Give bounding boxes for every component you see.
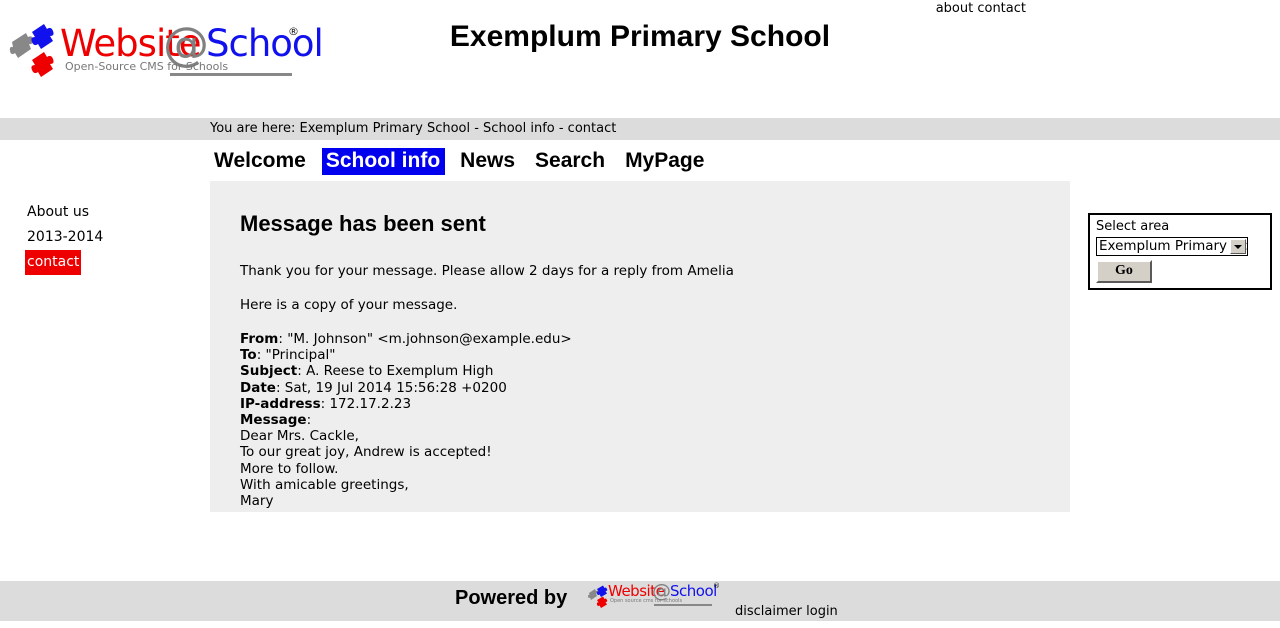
mail-header-message: Message: (240, 412, 1040, 428)
nav-item-mypage[interactable]: MyPage (621, 148, 709, 175)
select-area-label: Select area (1096, 219, 1170, 234)
mail-header-subject: Subject: A. Reese to Exemplum High (240, 363, 1040, 379)
breadcrumb-bar: You are here: Exemplum Primary School - … (0, 118, 1280, 140)
footer-logo-underline-bar (654, 604, 712, 606)
logo-tagline: Open-Source CMS for Schools (65, 60, 229, 73)
mail-date-value: : Sat, 19 Jul 2014 15:56:28 +0200 (275, 379, 507, 396)
sidebar-navigation: About us 2013-2014 contact (25, 200, 200, 275)
sidebar-item-contact[interactable]: contact (25, 250, 82, 275)
nav-item-news[interactable]: News (456, 148, 520, 175)
mail-from-label: From (240, 331, 279, 347)
footer-links: disclaimer login (735, 604, 838, 619)
mail-to-label: To (240, 347, 257, 364)
sidebar-item-about-us[interactable]: About us (25, 200, 91, 225)
breadcrumb: You are here: Exemplum Primary School - … (210, 121, 617, 136)
content-heading: Message has been sent (240, 211, 486, 236)
message-body-line: Mary (240, 493, 274, 510)
copy-notice-paragraph: Here is a copy of your message. (240, 297, 458, 313)
powered-by-label: Powered by (455, 587, 568, 609)
mail-ip-value: : 172.17.2.23 (320, 395, 412, 412)
nav-item-school-info[interactable]: School info (321, 148, 446, 175)
message-body-line: To our great joy, Andrew is accepted! (240, 444, 492, 461)
area-select-value: Exemplum Primary Scl (1099, 238, 1248, 254)
nav-item-welcome[interactable]: Welcome (210, 148, 311, 175)
mail-message-value: : (306, 412, 312, 429)
message-body-line: Dear Mrs. Cackle, (240, 428, 359, 445)
footer-link-disclaimer[interactable]: disclaimer (735, 604, 802, 619)
message-copy-headers: From: "M. Johnson" <m.johnson@example.ed… (240, 331, 1040, 428)
page-title: Exemplum Primary School (449, 20, 831, 53)
area-select[interactable]: Exemplum Primary Scl (1096, 237, 1248, 256)
sidebar-item-2013-2014[interactable]: 2013-2014 (25, 225, 105, 250)
footer-logo-registered-mark: ® (713, 582, 720, 590)
mail-subject-label: Subject (240, 363, 298, 380)
select-area-box: Select area Exemplum Primary Scl Go (1088, 213, 1272, 290)
mail-header-date: Date: Sat, 19 Jul 2014 15:56:28 +0200 (240, 380, 1040, 396)
mail-subject-value: : A. Reese to Exemplum High (297, 363, 494, 380)
confirmation-paragraph: Thank you for your message. Please allow… (240, 263, 734, 279)
mail-date-label: Date (240, 379, 276, 396)
message-body: Dear Mrs. Cackle, To our great joy, Andr… (240, 428, 1040, 509)
mail-header-to: To: "Principal" (240, 347, 1040, 363)
main-navigation: Welcome School info News Search MyPage (210, 148, 720, 178)
main-content-panel: Message has been sent Thank you for your… (210, 181, 1070, 512)
mail-to-value: : "Principal" (256, 347, 336, 364)
mail-message-label: Message (240, 412, 307, 429)
go-button[interactable]: Go (1096, 260, 1152, 283)
chevron-down-icon[interactable] (1230, 239, 1246, 254)
mail-from-value: : "M. Johnson" <m.johnson@example.edu> (278, 331, 572, 347)
nav-item-search[interactable]: Search (531, 148, 610, 175)
mail-header-from: From: "M. Johnson" <m.johnson@example.ed… (240, 331, 1040, 347)
page-header: Website @ School ® Open-Source CMS for S… (0, 0, 1280, 118)
mail-ip-label: IP-address (240, 395, 321, 412)
footer-logo[interactable]: Website @ School ® Open source cms for s… (588, 580, 724, 610)
mail-header-ip: IP-address: 172.17.2.23 (240, 396, 1040, 412)
message-body-line: More to follow. (240, 460, 339, 477)
message-body-line: With amicable greetings, (240, 476, 409, 493)
footer-link-login[interactable]: login (806, 604, 838, 619)
logo-underline-bar (170, 73, 292, 76)
